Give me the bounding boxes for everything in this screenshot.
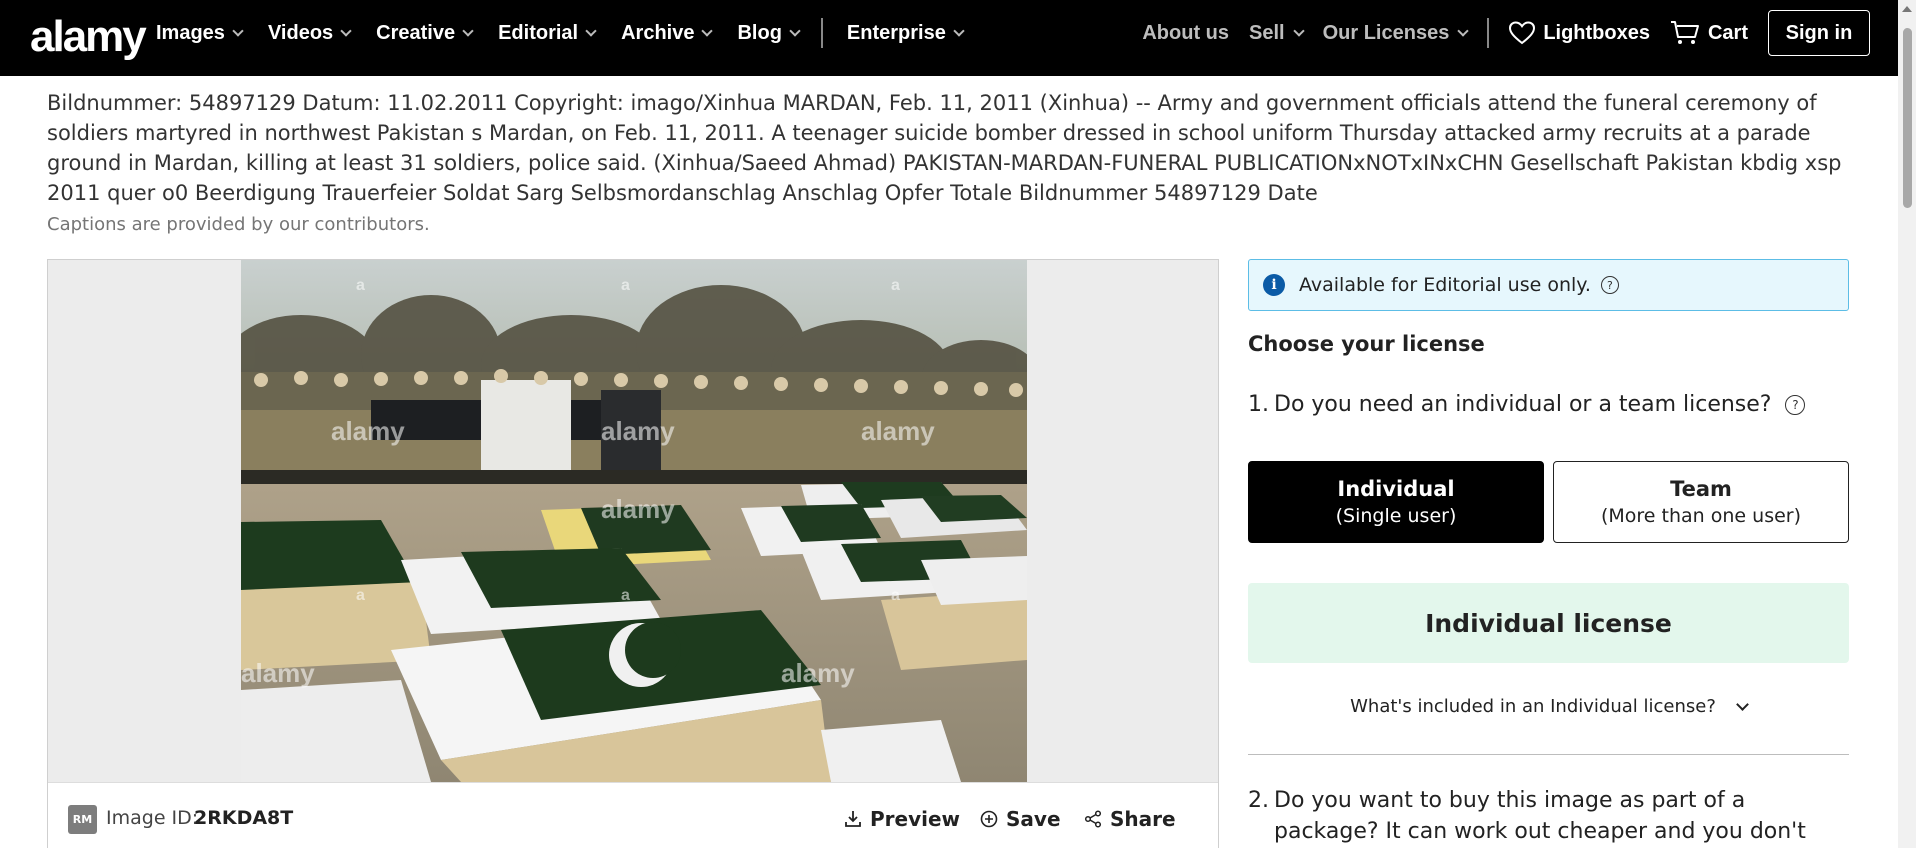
nav-videos[interactable]: Videos [267,21,352,45]
editorial-notice: i Available for Editorial use only. ? [1248,259,1849,311]
scrollbar-thumb[interactable] [1903,28,1912,208]
nav-cart[interactable]: Cart [1670,20,1748,46]
image-caption: Bildnummer: 54897129 Datum: 11.02.2011 C… [47,91,1842,205]
question-number: 1. [1248,392,1269,417]
main-photo[interactable]: alamy alamy alamy alamy alamy alamy a a … [241,260,1027,782]
whats-included-label: What's included in an Individual license… [1350,696,1716,717]
nav-divider [820,18,823,48]
individual-subtitle: (Single user) [1335,505,1457,527]
save-button[interactable]: Save [980,807,1061,831]
watermark-text: alamy [241,658,315,688]
top-nav: alamy Images Videos Creative Editorial A… [0,0,1916,76]
chevron-down-icon [953,24,965,37]
chevron-down-icon [462,24,474,37]
chevron-down-icon [1736,697,1749,711]
individual-title: Individual [1337,477,1455,501]
watermark-text: alamy [601,416,675,446]
nav-right-menu: About us Sell Our Licenses Lightboxes Ca… [1142,0,1916,66]
info-icon: i [1263,274,1285,296]
rm-badge: RM [68,805,97,834]
download-icon [845,811,861,827]
watermark-text: a [356,587,365,604]
nav-images[interactable]: Images [156,21,244,45]
editorial-notice-text: Available for Editorial use only. [1299,274,1591,296]
nav-lightboxes-label: Lightboxes [1543,21,1650,44]
individual-license-option[interactable]: Individual (Single user) [1248,461,1544,543]
whats-included-toggle[interactable]: What's included in an Individual license… [1248,696,1849,717]
nav-enterprise[interactable]: Enterprise [846,21,965,45]
chevron-down-icon [1292,24,1305,37]
alamy-logo[interactable]: alamy [30,12,147,62]
section-divider [1248,754,1849,755]
image-panel: alamy alamy alamy alamy alamy alamy a a … [47,259,1219,848]
watermark-text: a [621,277,630,294]
question-icon[interactable]: ? [1785,394,1806,415]
nav-archive[interactable]: Archive [621,21,714,45]
choose-license-heading: Choose your license [1248,332,1485,356]
team-title: Team [1670,477,1732,501]
heart-icon [1509,21,1536,45]
question-number: 2. [1248,788,1269,813]
watermark-text: a [621,587,630,604]
license-question-1: 1. Do you need an individual or a team l… [1248,392,1806,417]
watermark-text: alamy [331,416,405,446]
team-subtitle: (More than one user) [1600,505,1802,527]
watermark-text: a [891,587,900,604]
sign-in-button[interactable]: Sign in [1768,10,1870,56]
watermark-text: a [891,277,900,294]
individual-license-banner: Individual license [1248,583,1849,663]
cart-icon [1670,21,1699,44]
scroll-up-arrow-icon[interactable] [1902,6,1912,12]
chevron-down-icon [585,24,597,37]
image-id-value: 2RKDA8T [194,807,294,829]
caption-note: Captions are provided by our contributor… [47,214,430,235]
nav-enterprise-label: Enterprise [846,21,946,44]
chevron-down-icon [340,24,352,37]
question-icon[interactable]: ? [1600,276,1619,294]
share-icon [1084,810,1102,828]
nav-about-us[interactable]: About us [1142,22,1229,45]
chevron-down-icon [1457,24,1469,37]
nav-sell-label: Sell [1249,21,1285,44]
nav-sell[interactable]: Sell [1249,21,1305,45]
plus-circle-icon [980,810,998,828]
preview-label: Preview [870,807,961,831]
share-label: Share [1110,807,1176,831]
preview-button[interactable]: Preview [844,807,960,831]
nav-cart-label: Cart [1707,21,1748,44]
image-footer: RM Image ID: 2RKDA8T Preview Save Share [48,782,1218,848]
watermark-text: alamy [781,658,855,688]
watermark-text: alamy [861,416,935,446]
image-id-label: Image ID: [106,807,199,829]
nav-licenses-label: Our Licenses [1322,21,1450,44]
nav-editorial[interactable]: Editorial [498,21,597,45]
question-text: Do you want to buy this image as part of… [1274,788,1806,844]
nav-divider [1487,18,1490,48]
chevron-down-icon [789,24,801,37]
nav-blog-label: Blog [737,21,782,44]
nav-editorial-label: Editorial [498,21,579,44]
license-question-2: 2. Do you want to buy this image as part… [1248,785,1849,848]
nav-archive-label: Archive [621,21,695,44]
share-button[interactable]: Share [1084,807,1176,831]
save-label: Save [1006,807,1061,831]
nav-videos-label: Videos [267,21,334,44]
nav-creative-label: Creative [376,21,456,44]
chevron-down-icon [232,24,244,37]
nav-left-menu: Images Videos Creative Editorial Archive… [156,0,989,66]
nav-images-label: Images [156,21,225,44]
nav-our-licenses[interactable]: Our Licenses [1322,21,1469,45]
watermark-text: alamy [601,494,675,524]
nav-lightboxes[interactable]: Lightboxes [1509,21,1650,45]
chevron-down-icon [701,24,714,37]
question-text: Do you need an individual or a team lice… [1274,392,1772,417]
team-license-option[interactable]: Team (More than one user) [1553,461,1849,543]
nav-creative[interactable]: Creative [376,21,474,45]
nav-blog[interactable]: Blog [737,21,801,45]
funeral-photo-illustration: alamy alamy alamy alamy alamy alamy a a … [241,260,1027,782]
watermark-text: a [356,277,365,294]
